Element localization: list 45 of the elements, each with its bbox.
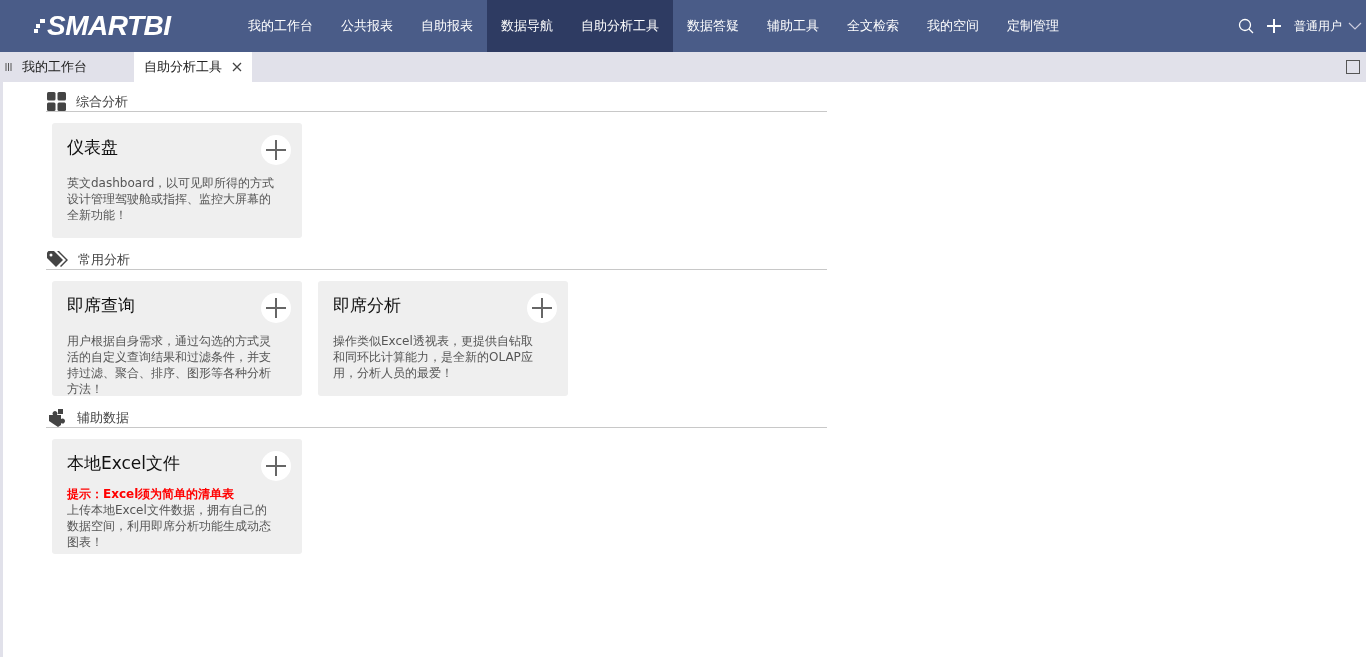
card-title: 即席分析 (333, 294, 401, 317)
nav-item[interactable]: 数据导航 (487, 0, 567, 52)
nav-item[interactable]: 自助报表 (407, 0, 487, 52)
section-title: 常用分析 (78, 250, 130, 269)
close-icon[interactable] (232, 62, 242, 72)
chevron-down-icon[interactable] (1348, 22, 1362, 30)
logo[interactable]: SMARTBI (0, 10, 234, 42)
card-description: 操作类似Excel透视表，更提供自钻取和同环比计算能力，是全新的OLAP应用，分析人员的最爱！ (333, 333, 534, 381)
logo-icon (34, 19, 46, 33)
nav-item[interactable]: 定制管理 (993, 0, 1073, 52)
tool-card[interactable]: 仪表盘 英文dashboard，以可见即所得的方式设计管理驾驶舱或指挥、监控大屏幕的全新功能！ (52, 123, 302, 238)
add-button[interactable] (527, 293, 557, 323)
grid-icon (47, 92, 66, 111)
plus-icon[interactable] (1266, 18, 1282, 34)
user-menu[interactable]: 普通用户 (1294, 17, 1342, 35)
search-icon[interactable] (1238, 18, 1254, 34)
tab[interactable]: 自助分析工具 (134, 52, 252, 82)
tags-icon (47, 250, 68, 269)
maximize-icon[interactable] (1346, 60, 1360, 74)
nav-item[interactable]: 公共报表 (327, 0, 407, 52)
card-title: 本地Excel文件 (67, 452, 181, 475)
hint-text: 提示：Excel须为简单的清单表 (67, 486, 236, 502)
nav-item[interactable]: 数据答疑 (673, 0, 753, 52)
tool-card[interactable]: 即席查询 用户根据自身需求，通过勾选的方式灵活的自定义查询结果和过滤条件，并支持过滤、聚合、排序、图形等各种分析方法！ (52, 281, 302, 396)
tab[interactable]: 我的工作台 (22, 52, 134, 82)
tool-card[interactable]: 本地Excel文件 提示：Excel须为简单的清单表 上传本地Excel文件数据，拥有自己的数据空间，利用即席分析功能生成动态图表！ (52, 439, 302, 554)
nav-item[interactable]: 我的工作台 (234, 0, 327, 52)
add-button[interactable] (261, 293, 291, 323)
card-title: 即席查询 (67, 294, 135, 317)
card-title: 仪表盘 (67, 136, 118, 159)
nav-item[interactable]: 辅助工具 (753, 0, 833, 52)
card-description: 英文dashboard，以可见即所得的方式设计管理驾驶舱或指挥、监控大屏幕的全新功能！ (67, 175, 275, 223)
tool-card[interactable]: 即席分析 操作类似Excel透视表，更提供自钻取和同环比计算能力，是全新的OLAP应用，分析人员的最爱！ (318, 281, 568, 396)
nav-item[interactable]: 我的空间 (913, 0, 993, 52)
section-title: 综合分析 (76, 92, 128, 111)
add-button[interactable] (261, 451, 291, 481)
puzzle-icon (47, 408, 67, 427)
nav-item[interactable]: 全文检索 (833, 0, 913, 52)
card-description: 上传本地Excel文件数据，拥有自己的数据空间，利用即席分析功能生成动态图表！ (67, 502, 272, 550)
nav-item[interactable]: 自助分析工具 (567, 0, 673, 52)
add-button[interactable] (261, 135, 291, 165)
grip-icon[interactable] (5, 63, 12, 71)
section-title: 辅助数据 (77, 408, 129, 427)
logo-text: SMARTBI (47, 10, 171, 42)
card-description: 用户根据自身需求，通过勾选的方式灵活的自定义查询结果和过滤条件，并支持过滤、聚合、排序、图形等各种分析方法！ (67, 333, 272, 397)
